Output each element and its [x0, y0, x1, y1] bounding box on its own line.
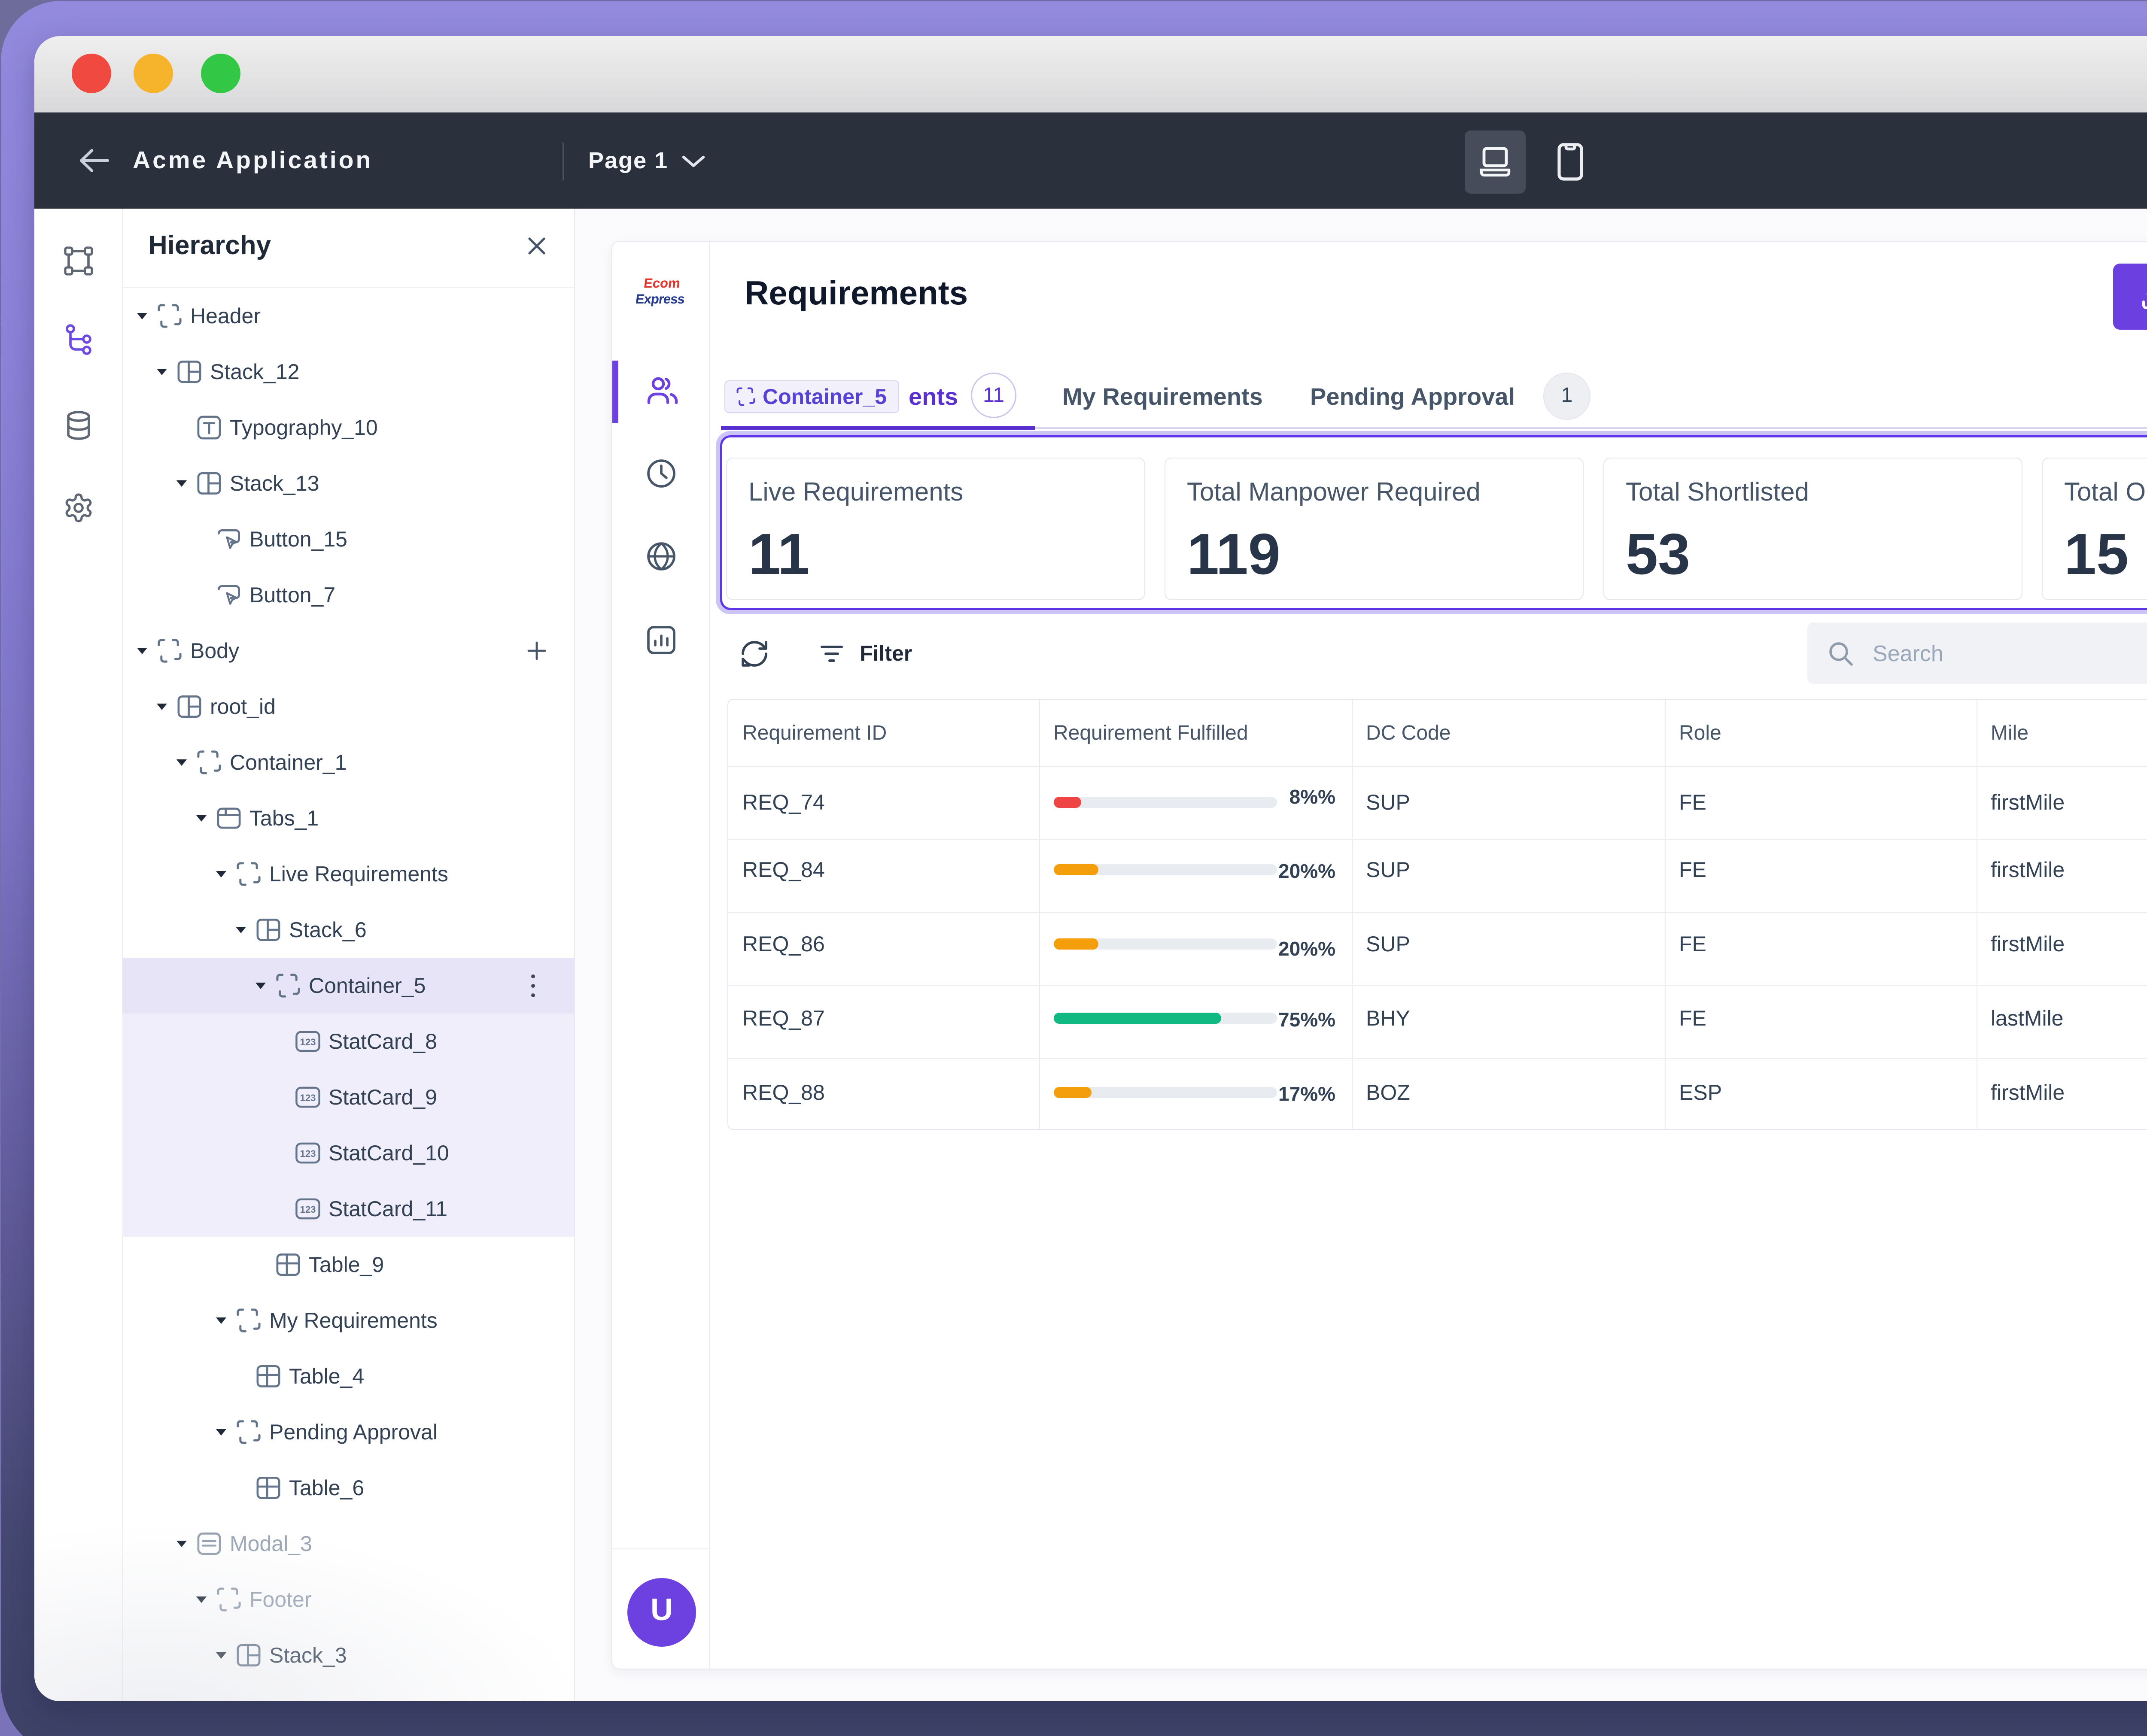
svg-text:123: 123 — [300, 1037, 316, 1047]
svg-text:123: 123 — [300, 1204, 316, 1215]
svg-text:123: 123 — [300, 1148, 316, 1159]
svg-text:123: 123 — [300, 1093, 316, 1103]
